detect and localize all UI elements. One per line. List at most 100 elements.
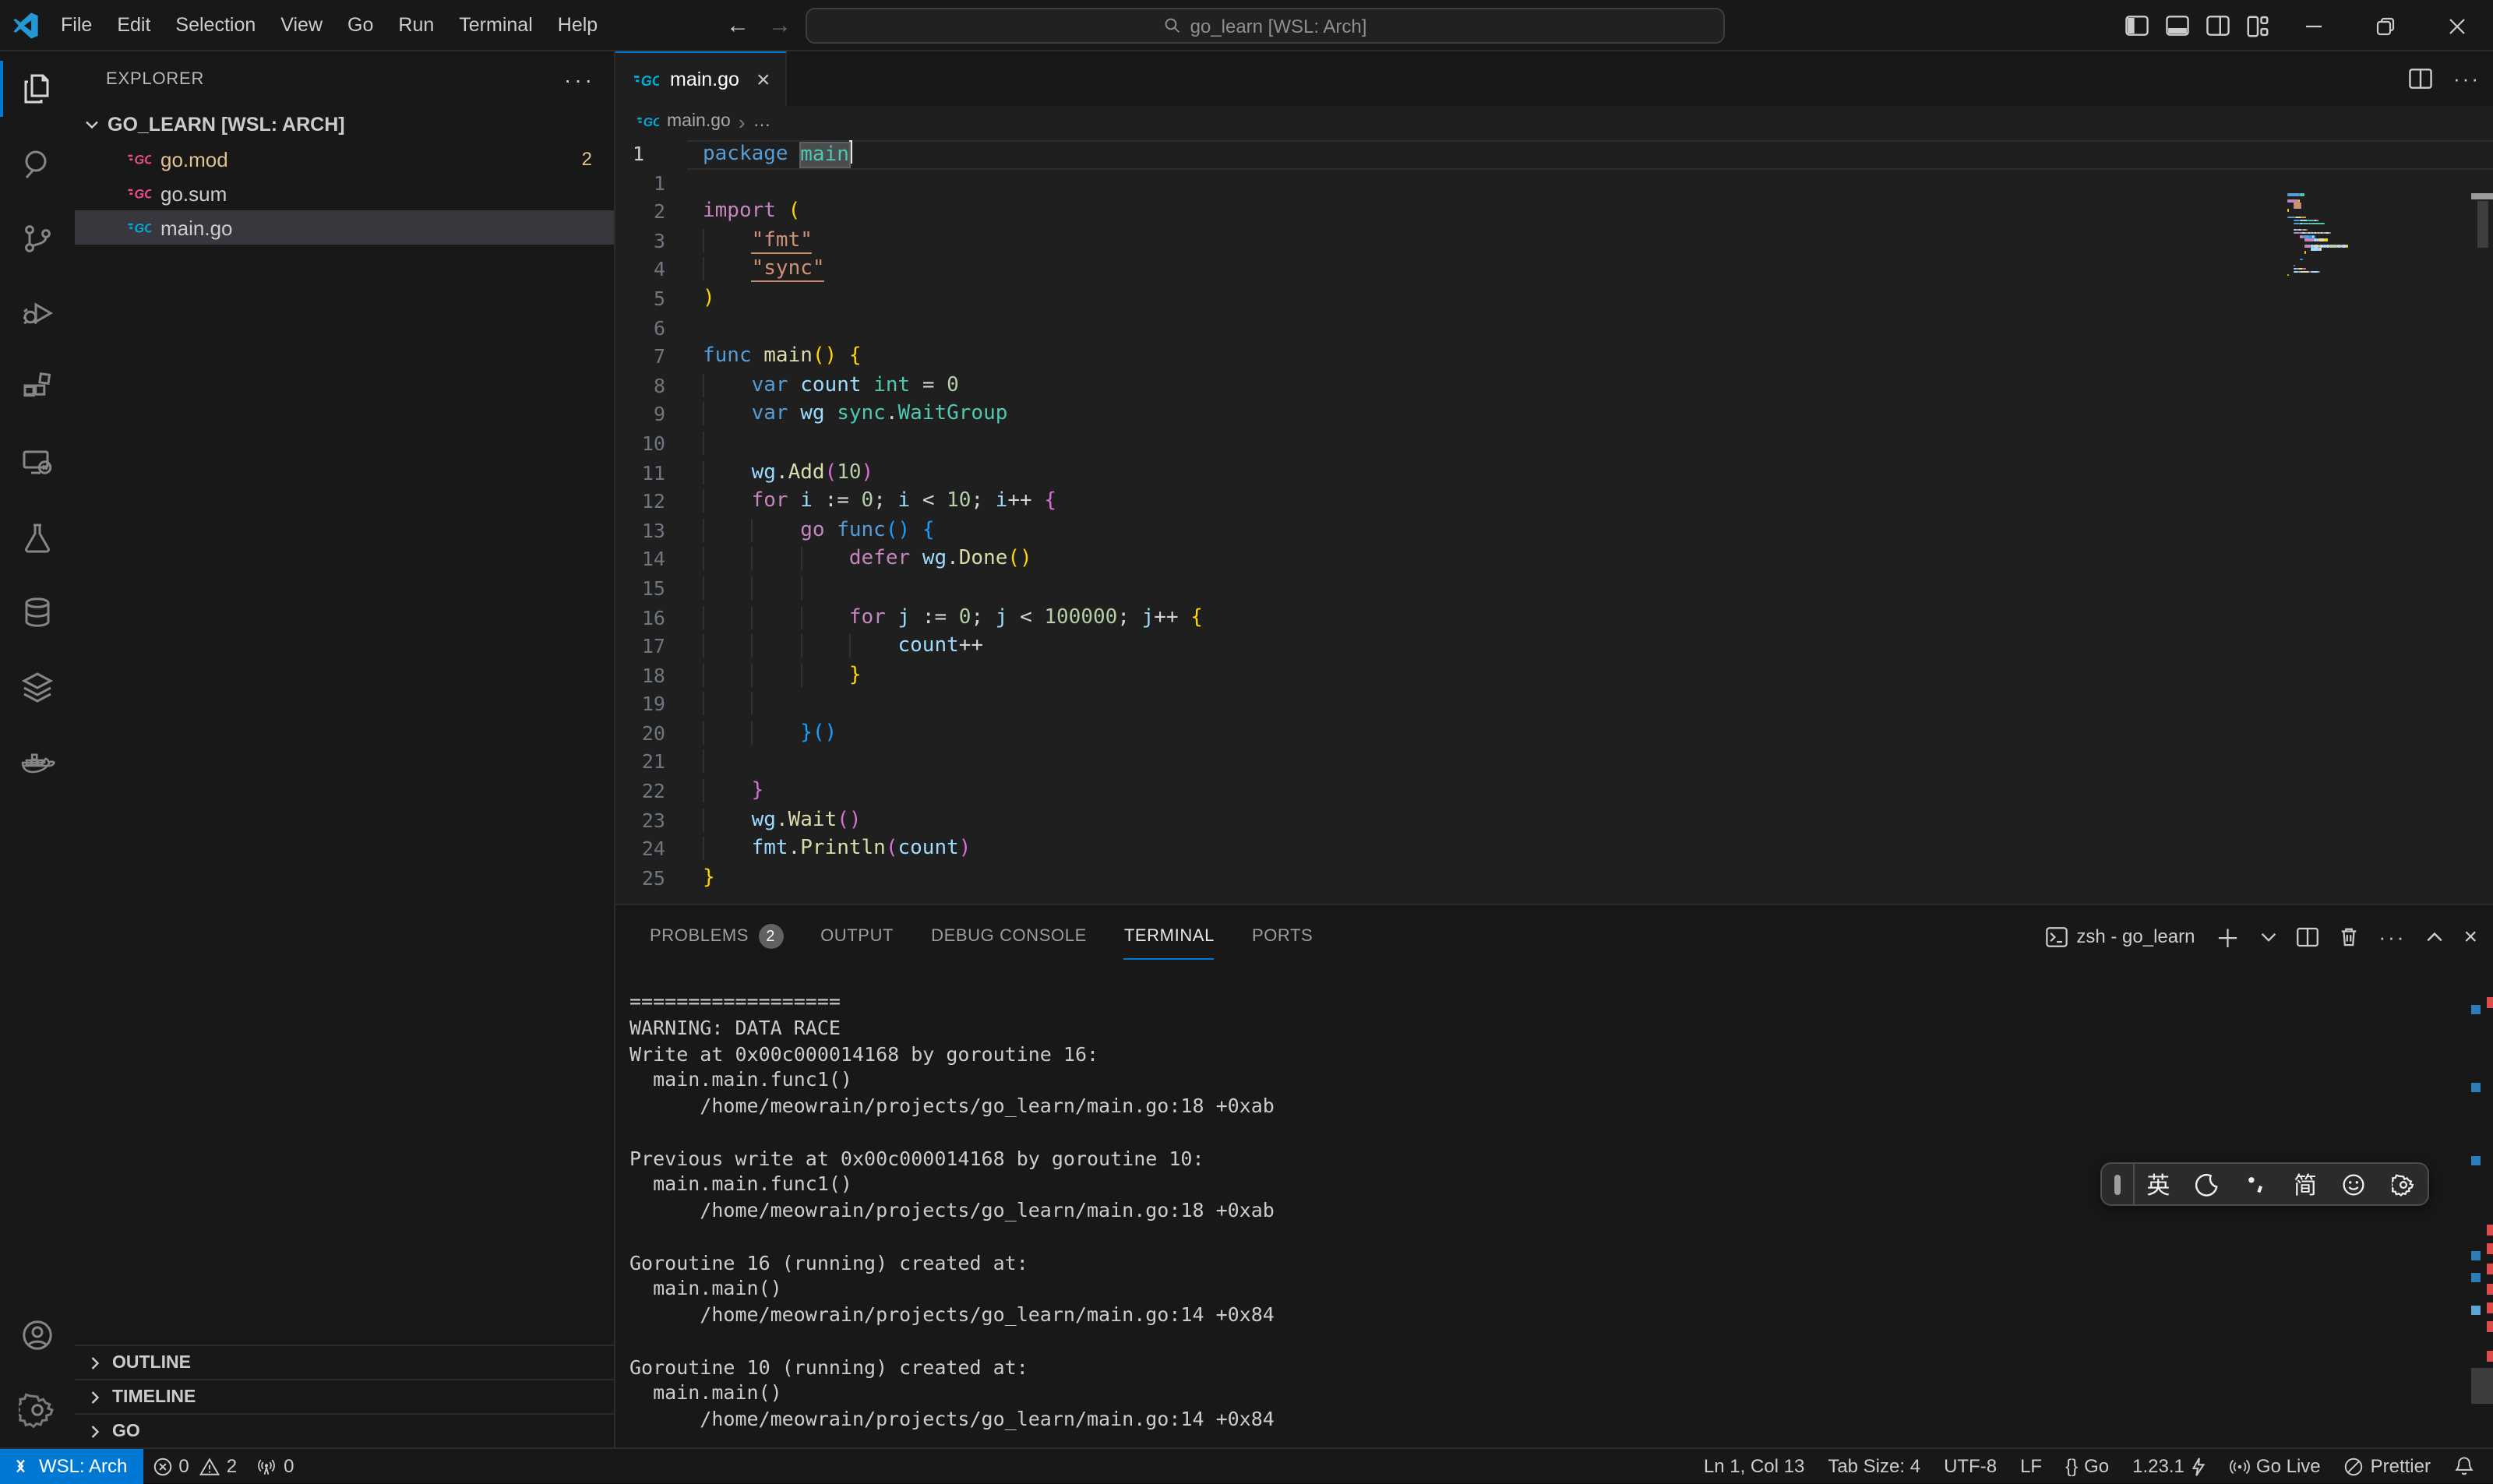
ime-simplified-button[interactable]: 简 [2281,1168,2330,1200]
explorer-activity-icon[interactable] [0,51,75,126]
eol-status[interactable]: LF [2020,1455,2042,1477]
terminal-tab-item[interactable]: zsh - go_learn [2045,925,2195,947]
panel-tab-debug-console[interactable]: DEBUG CONSOLE [919,905,1099,968]
toggle-secondary-sidebar-icon[interactable] [2197,0,2237,51]
sidebar-section-outline[interactable]: OUTLINE [75,1345,614,1379]
menu-help[interactable]: Help [545,0,610,51]
sidebar-section-go[interactable]: GO [75,1413,614,1447]
ime-settings-gear-icon[interactable] [2378,1172,2428,1196]
minimize-button[interactable] [2278,0,2350,51]
code-line[interactable]: 22 } [615,777,2493,806]
breadcrumb-file[interactable]: main.go [667,112,731,131]
close-panel-icon[interactable]: × [2463,923,2477,950]
go-live-status[interactable]: Go Live [2230,1455,2321,1477]
code-line[interactable]: 1package main [615,140,2493,169]
source-control-activity-icon[interactable] [0,201,75,276]
code-line[interactable]: 2import ( [615,198,2493,227]
ports-status[interactable]: 0 [246,1455,303,1477]
code-line[interactable]: 18 } [615,661,2493,690]
menu-run[interactable]: Run [386,0,446,51]
layers-activity-icon[interactable] [0,650,75,724]
terminal-output[interactable]: ==================WARNING: DATA RACEWrit… [629,989,1275,1433]
ime-halfwidth-moon-icon[interactable] [2183,1172,2232,1196]
panel-tab-problems[interactable]: PROBLEMS2 [637,905,795,968]
ime-drag-handle[interactable] [2114,1174,2120,1194]
toggle-panel-icon[interactable] [2156,0,2197,51]
code-line[interactable]: 24 fmt.Println(count) [615,836,2493,865]
explorer-more-actions-icon[interactable]: ··· [564,67,595,92]
code-line[interactable]: 21 [615,749,2493,777]
code-line[interactable]: 16 for j := 0; j < 100000; j++ { [615,604,2493,633]
tab-close-icon[interactable]: × [756,66,770,93]
menu-selection[interactable]: Selection [163,0,268,51]
remote-explorer-activity-icon[interactable] [0,425,75,500]
notifications-bell-icon[interactable] [2454,1455,2474,1477]
kill-terminal-trash-icon[interactable] [2338,925,2358,947]
code-line[interactable]: 23 wg.Wait() [615,806,2493,835]
code-line[interactable]: 12 for i := 0; i < 10; i++ { [615,488,2493,516]
menu-view[interactable]: View [268,0,335,51]
menu-go[interactable]: Go [335,0,386,51]
encoding-status[interactable]: UTF-8 [1944,1455,1997,1477]
code-line[interactable]: 5) [615,285,2493,314]
code-line[interactable]: 11 wg.Add(10) [615,459,2493,488]
code-line[interactable]: 10 [615,430,2493,459]
accounts-icon[interactable] [0,1298,75,1373]
ime-punctuation-icon[interactable] [2232,1173,2281,1195]
code-line[interactable]: 6 [615,314,2493,343]
sidebar-section-timeline[interactable]: TIMELINE [75,1379,614,1413]
ime-language-button[interactable]: 英 [2134,1168,2183,1200]
code-line[interactable]: 20 }() [615,720,2493,749]
menu-edit[interactable]: Edit [104,0,163,51]
terminal-dropdown-icon[interactable] [2260,931,2276,942]
nav-back-button[interactable]: ← [726,12,749,39]
close-window-button[interactable] [2421,0,2493,51]
code-line[interactable]: 1 [615,169,2493,198]
testing-activity-icon[interactable] [0,500,75,575]
code-line[interactable]: 13 go func() { [615,516,2493,545]
restore-button[interactable] [2350,0,2421,51]
explorer-file-go.mod[interactable]: GOgo.mod2 [75,142,614,176]
explorer-file-go.sum[interactable]: GOgo.sum [75,176,614,210]
code-line[interactable]: 3 "fmt" [615,227,2493,256]
code-line[interactable]: 25} [615,865,2493,894]
language-mode-status[interactable]: {} Go [2065,1455,2109,1477]
database-activity-icon[interactable] [0,575,75,650]
menu-terminal[interactable]: Terminal [446,0,545,51]
problems-status[interactable]: 0 2 [143,1455,246,1477]
code-line[interactable]: 9 var wg sync.WaitGroup [615,401,2493,430]
remote-indicator[interactable]: WSL: Arch [0,1448,143,1484]
code-line[interactable]: 8 var count int = 0 [615,372,2493,401]
menu-file[interactable]: File [48,0,104,51]
code-line[interactable]: 4 "sync" [615,256,2493,285]
ime-toolbar[interactable]: 英 简 [2100,1162,2429,1206]
extensions-activity-icon[interactable] [0,351,75,425]
tab-main-go[interactable]: GO main.go × [615,51,788,106]
split-editor-icon[interactable] [2408,69,2431,89]
search-activity-icon[interactable] [0,126,75,201]
code-line[interactable]: 19 [615,691,2493,720]
code-line[interactable]: 14 defer wg.Done() [615,546,2493,575]
panel-tab-ports[interactable]: PORTS [1239,905,1325,968]
new-terminal-icon[interactable]: ＋ [2215,918,2240,955]
docker-activity-icon[interactable] [0,724,75,799]
breadcrumb-symbol[interactable]: … [753,112,771,131]
maximize-panel-icon[interactable] [2426,931,2443,942]
breadcrumb[interactable]: GO main.go › … [615,106,2493,137]
editor-scrollbar[interactable] [2471,137,2493,955]
panel-more-actions-icon[interactable]: ··· [2378,925,2406,948]
panel-tab-terminal[interactable]: TERMINAL [1112,905,1227,968]
code-line[interactable]: 17 count++ [615,633,2493,661]
code-line[interactable]: 15 [615,575,2493,604]
customize-layout-icon[interactable] [2237,0,2278,51]
ime-emoji-icon[interactable] [2329,1172,2378,1196]
explorer-file-main.go[interactable]: GOmain.go [75,210,614,245]
prettier-status[interactable]: Prettier [2344,1455,2431,1477]
minimap[interactable] [2287,193,2471,277]
go-version-status[interactable]: 1.23.1 [2132,1455,2206,1477]
toggle-sidebar-icon[interactable] [2116,0,2156,51]
split-terminal-icon[interactable] [2296,926,2318,946]
folder-root-row[interactable]: GO_LEARN [WSL: ARCH] [75,108,614,142]
cursor-position-status[interactable]: Ln 1, Col 13 [1704,1455,1804,1477]
run-debug-activity-icon[interactable] [0,276,75,351]
